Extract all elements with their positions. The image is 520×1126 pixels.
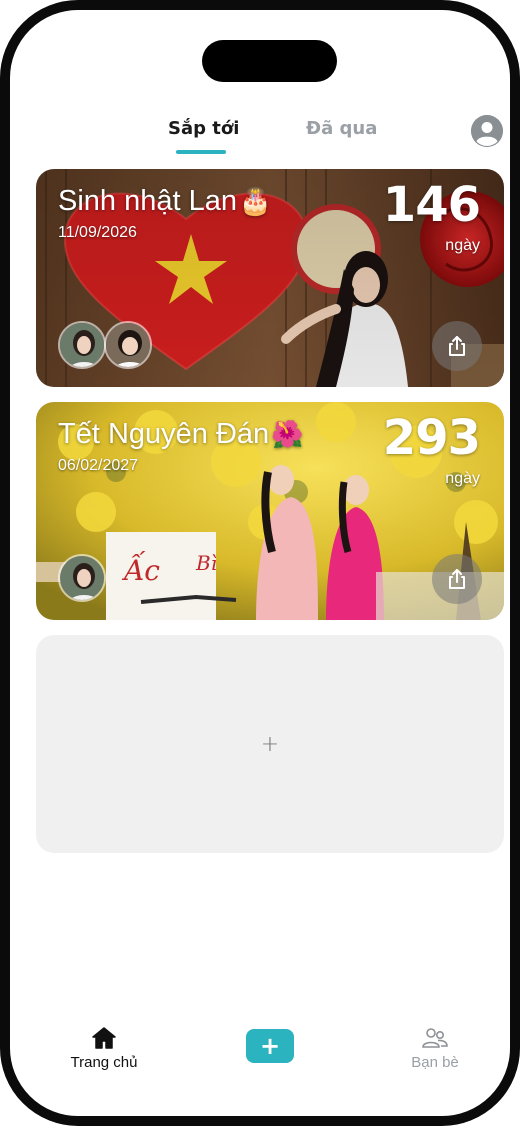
event-date: 06/02/2027 [58, 457, 139, 474]
event-date: 11/09/2026 [58, 224, 137, 241]
event-title-text: Sinh nhật Lan [58, 185, 237, 217]
share-icon [449, 569, 465, 589]
event-title: Sinh nhật Lan🎂 [58, 185, 271, 218]
share-button[interactable] [432, 554, 482, 604]
event-card[interactable]: Ấc Bì Tết Nguyên Đán🌺 06/02/2027 293 ngà… [36, 402, 504, 620]
nav-friends[interactable]: Bạn bè [402, 1026, 468, 1071]
tab-past[interactable]: Đã qua [306, 118, 377, 139]
friends-icon [422, 1028, 448, 1048]
days-unit-label: ngày [445, 237, 480, 254]
user-icon [471, 115, 503, 147]
event-title: Tết Nguyên Đán🌺 [58, 418, 304, 451]
nav-friends-label: Bạn bè [411, 1054, 459, 1071]
days-remaining: 293 [382, 410, 481, 466]
add-event-button[interactable]: + [246, 1029, 294, 1063]
nav-home-label: Trang chủ [70, 1054, 138, 1071]
svg-text:Ấc: Ấc [121, 551, 160, 587]
event-card[interactable]: Sinh nhật Lan🎂 11/09/2026 146 ngày [36, 169, 504, 387]
participant-avatar[interactable] [104, 321, 152, 369]
home-icon [92, 1027, 116, 1049]
participant-avatar[interactable] [58, 554, 106, 602]
cake-icon: 🎂 [238, 186, 272, 216]
event-title-text: Tết Nguyên Đán [58, 418, 270, 450]
active-tab-indicator [176, 150, 226, 154]
participant-avatar[interactable] [58, 321, 106, 369]
hibiscus-icon: 🌺 [271, 419, 304, 449]
tab-upcoming[interactable]: Sắp tới [168, 118, 239, 139]
share-button[interactable] [432, 321, 482, 371]
profile-button[interactable] [471, 115, 503, 147]
plus-icon: + [259, 1032, 281, 1060]
days-unit-label: ngày [445, 470, 480, 487]
phone-frame: Sắp tới Đã qua Sinh nhật Lan🎂 11/09/2026… [0, 0, 520, 1126]
device-notch [202, 40, 337, 82]
share-icon [449, 336, 465, 356]
nav-home[interactable]: Trang chủ [68, 1026, 140, 1071]
plus-icon: + [260, 731, 280, 757]
days-remaining: 146 [382, 177, 481, 233]
svg-text:Bì: Bì [195, 551, 217, 575]
add-event-card[interactable]: + [36, 635, 504, 853]
